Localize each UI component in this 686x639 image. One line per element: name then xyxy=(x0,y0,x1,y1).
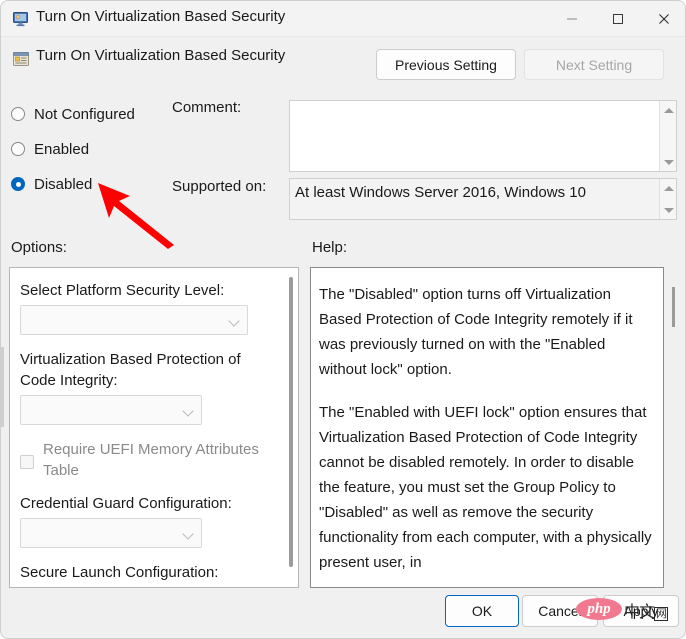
comment-input[interactable] xyxy=(290,101,660,171)
checkbox-require-uefi-label: Require UEFI Memory Attributes Table xyxy=(43,441,259,479)
options-outer-scrollbar[interactable] xyxy=(1,267,5,588)
comment-box xyxy=(289,100,677,172)
help-label: Help: xyxy=(312,239,348,256)
radio-disabled-mark xyxy=(11,177,25,191)
radio-enabled-mark xyxy=(11,142,25,156)
radio-not-configured[interactable]: Not Configured xyxy=(11,104,135,124)
maximize-button[interactable] xyxy=(595,1,641,37)
options-content: Select Platform Security Level: Virtuali… xyxy=(10,268,286,587)
previous-setting-button[interactable]: Previous Setting xyxy=(376,49,516,80)
options-scrollbar[interactable] xyxy=(285,269,297,587)
help-scrollbar[interactable] xyxy=(668,267,680,588)
chevron-down-icon xyxy=(182,528,194,540)
radio-enabled-label: Enabled xyxy=(34,140,90,158)
radio-disabled[interactable]: Disabled xyxy=(11,174,92,194)
group-policy-setting-icon xyxy=(12,50,30,68)
help-paragraph-2: The "Enabled with UEFI lock" option ensu… xyxy=(319,404,652,571)
title-bar: Turn On Virtualization Based Security xyxy=(1,1,685,37)
setting-title: Turn On Virtualization Based Security xyxy=(36,47,286,64)
label-credential-guard-configuration: Credential Guard Configuration: xyxy=(20,495,232,512)
chevron-down-icon xyxy=(228,315,240,327)
help-content: The "Disabled" option turns off Virtuali… xyxy=(311,268,663,575)
options-label: Options: xyxy=(11,239,67,256)
options-panel: Select Platform Security Level: Virtuali… xyxy=(9,267,299,588)
radio-not-configured-mark xyxy=(11,107,25,121)
supported-on-scrollbar[interactable] xyxy=(659,179,676,219)
combo-credential-guard-configuration[interactable] xyxy=(20,518,202,548)
label-platform-security-level: Select Platform Security Level: xyxy=(20,282,225,299)
comment-label: Comment: xyxy=(172,99,242,116)
apply-button[interactable]: Apply xyxy=(603,595,679,627)
minimize-button[interactable] xyxy=(549,1,595,37)
comment-scrollbar[interactable] xyxy=(659,101,676,171)
red-arrow-annotation xyxy=(94,177,184,252)
combo-platform-security-level[interactable] xyxy=(20,305,248,335)
window-title: Turn On Virtualization Based Security xyxy=(36,8,286,25)
group-policy-dialog: Turn On Virtualization Based Security Tu… xyxy=(0,0,686,639)
next-setting-button: Next Setting xyxy=(524,49,664,80)
chevron-down-icon xyxy=(182,405,194,417)
supported-scroll-up-icon[interactable] xyxy=(660,180,677,196)
close-button[interactable] xyxy=(641,1,685,37)
supported-on-label: Supported on: xyxy=(172,178,267,195)
label-secure-launch-configuration: Secure Launch Configuration: xyxy=(20,564,219,581)
radio-enabled[interactable]: Enabled xyxy=(11,139,89,159)
radio-disabled-label: Disabled xyxy=(34,175,93,193)
supported-scroll-down-icon[interactable] xyxy=(660,202,677,218)
checkbox-require-uefi-memory-attributes[interactable]: Require UEFI Memory Attributes Table xyxy=(20,439,276,481)
comment-scroll-up-icon[interactable] xyxy=(660,102,677,118)
help-paragraph-1: The "Disabled" option turns off Virtuali… xyxy=(319,286,633,378)
ok-button[interactable]: OK xyxy=(445,595,519,627)
label-vbs-code-integrity: Virtualization Based Protection of Code … xyxy=(20,351,241,389)
cancel-button[interactable]: Cancel xyxy=(522,595,598,627)
options-scrollbar-thumb[interactable] xyxy=(289,277,293,567)
help-scrollbar-thumb[interactable] xyxy=(672,287,675,327)
comment-scroll-down-icon[interactable] xyxy=(660,154,677,170)
combo-vbs-code-integrity[interactable] xyxy=(20,395,202,425)
radio-not-configured-label: Not Configured xyxy=(34,105,135,123)
computer-monitor-icon xyxy=(12,10,30,28)
checkbox-require-uefi-mark xyxy=(20,455,34,469)
supported-on-box: At least Windows Server 2016, Windows 10 xyxy=(289,178,677,220)
help-panel: The "Disabled" option turns off Virtuali… xyxy=(310,267,664,588)
supported-on-value: At least Windows Server 2016, Windows 10 xyxy=(295,184,586,201)
